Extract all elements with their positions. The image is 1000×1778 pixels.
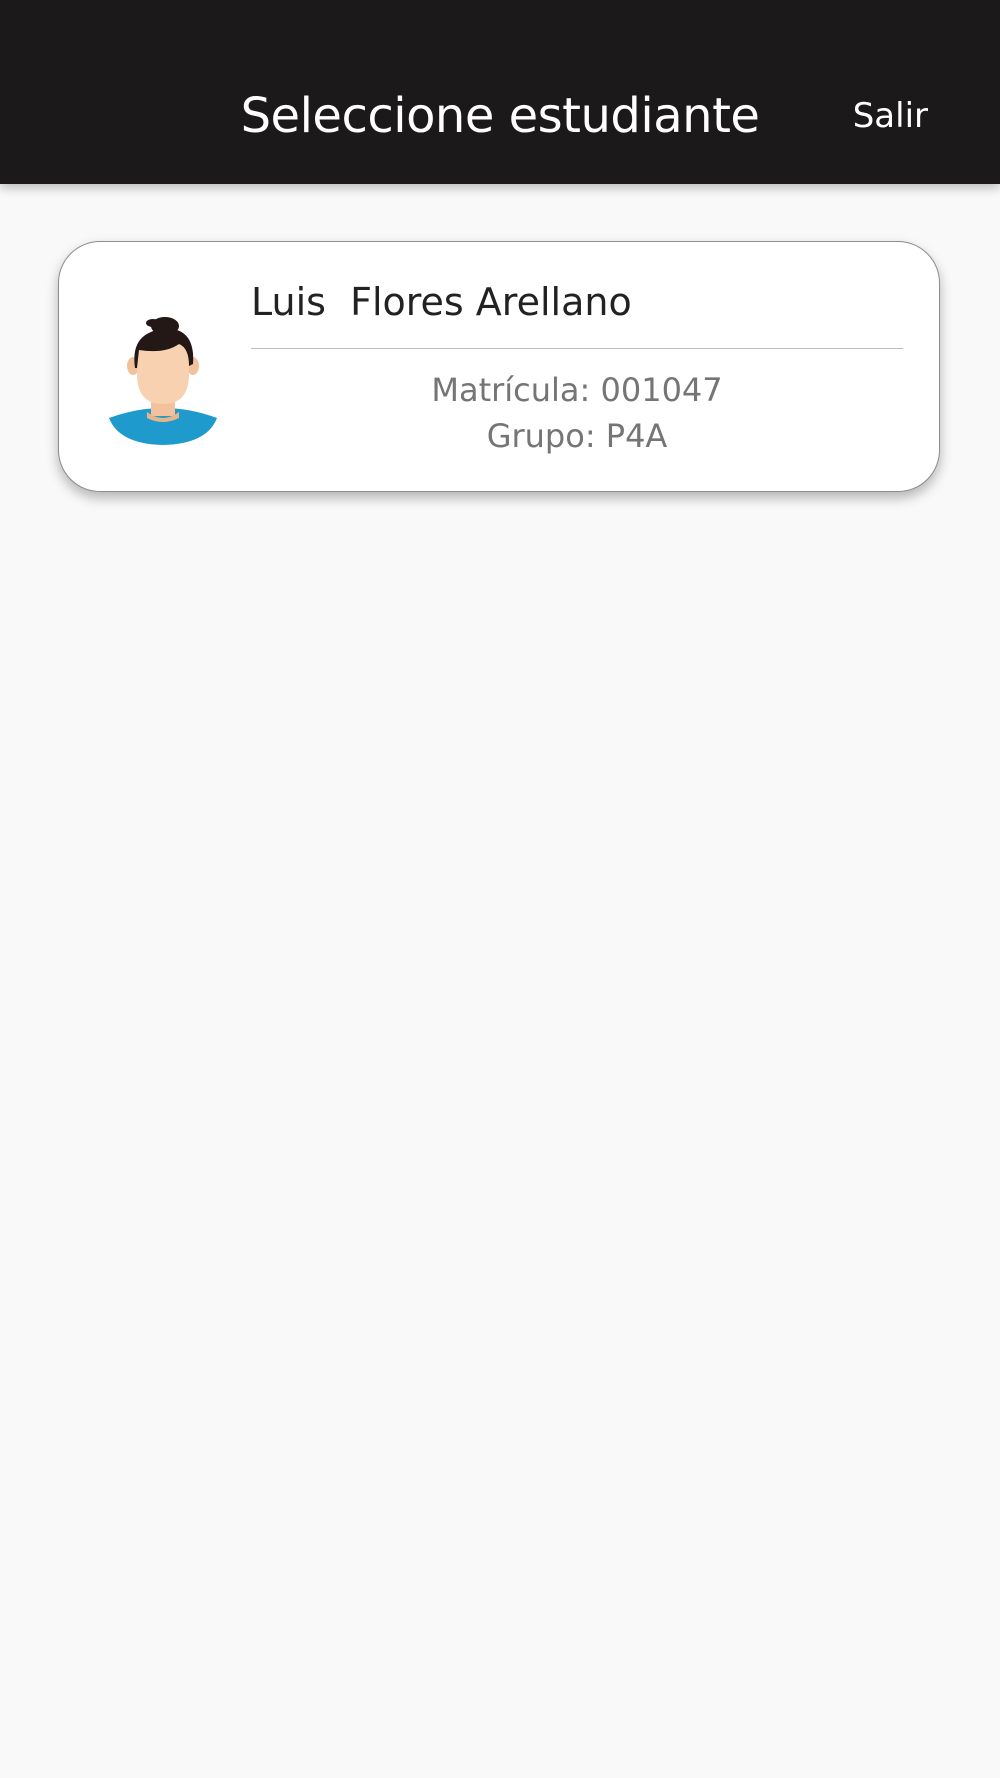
student-group: Grupo: P4A <box>486 417 668 455</box>
student-name: Luis Flores Arellano <box>251 280 632 324</box>
card-divider <box>251 348 903 349</box>
app-bar: Seleccione estudiante Salir <box>0 0 1000 184</box>
student-card[interactable]: Luis Flores Arellano Matrícula: 001047 G… <box>58 241 940 492</box>
page-title: Seleccione estudiante <box>240 88 760 144</box>
exit-button[interactable]: Salir <box>853 94 928 138</box>
student-avatar-icon <box>109 317 217 445</box>
student-matricula: Matrícula: 001047 <box>431 371 723 409</box>
